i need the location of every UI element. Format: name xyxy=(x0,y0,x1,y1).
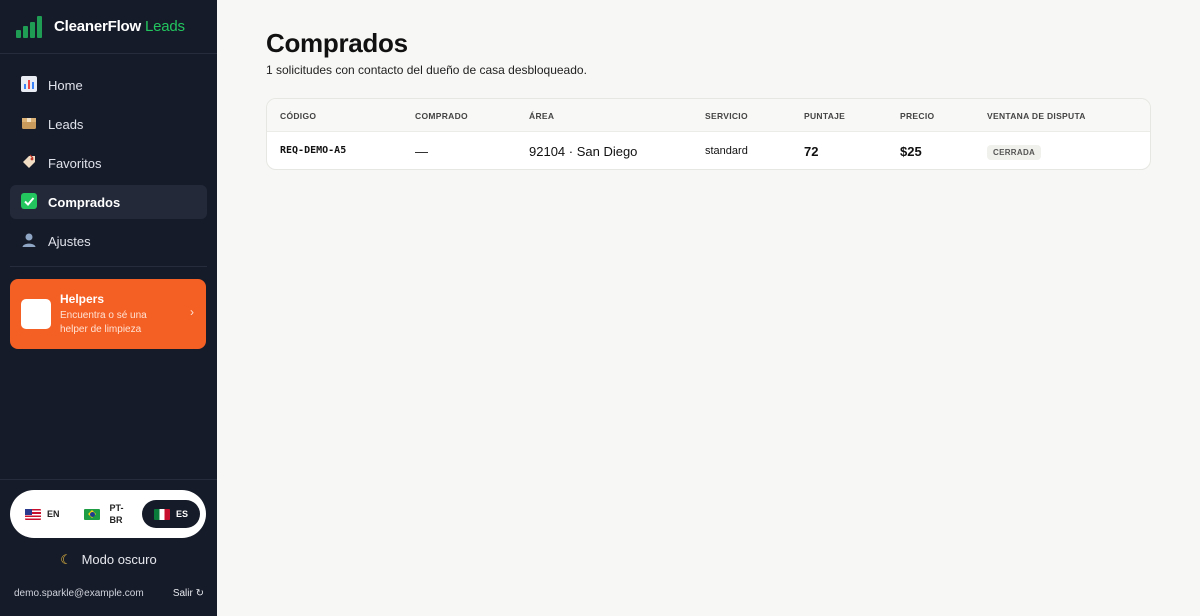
chart-icon xyxy=(20,76,38,94)
check-icon xyxy=(20,193,38,211)
language-code: ES xyxy=(175,509,188,519)
account-footer: demo.sparkle@example.com Salir ↻ xyxy=(14,588,204,599)
column-header-area[interactable]: ÁREA xyxy=(529,111,554,121)
sidebar-item-ajustes[interactable]: Ajustes xyxy=(10,224,207,258)
sidebar-item-label: Favoritos xyxy=(48,155,102,171)
column-header-codigo[interactable]: CÓDIGO xyxy=(280,111,316,121)
sidebar-item-label: Leads xyxy=(48,116,84,132)
sidebar-divider xyxy=(10,266,207,267)
helpers-title: Helpers xyxy=(60,291,105,306)
sidebar-item-comprados[interactable]: Comprados xyxy=(10,185,207,219)
brand-name: CleanerFlow Leads xyxy=(54,18,185,35)
column-header-ventana-disputa[interactable]: VENTANA DE DISPUTA xyxy=(987,111,1086,121)
helpers-subtitle: Encuentra o sé una helper de limpieza xyxy=(60,309,147,335)
cell-area: 92104 · San Diego xyxy=(529,144,638,159)
br-flag-icon xyxy=(83,508,100,520)
sidebar-item-home[interactable]: Home xyxy=(10,68,207,102)
main-content: Comprados 1 solicitudes con contacto del… xyxy=(217,0,1200,616)
column-header-servicio[interactable]: SERVICIO xyxy=(705,111,748,121)
sidebar-nav: Home Leads Favoritos Comprados Ajustes xyxy=(0,54,217,258)
logout-button[interactable]: Salir ↻ xyxy=(173,588,204,599)
account-email: demo.sparkle@example.com xyxy=(14,588,144,599)
language-option-pt-br[interactable]: PT-BR xyxy=(83,500,130,528)
sidebar-item-favoritos[interactable]: Favoritos xyxy=(10,146,207,180)
sidebar-footer-divider xyxy=(0,479,217,480)
sidebar-item-label: Home xyxy=(48,77,83,93)
language-switcher: EN PT-BR ES xyxy=(10,490,206,538)
purchases-table: CÓDIGO COMPRADO ÁREA SERVICIO PUNTAJE PR… xyxy=(266,98,1151,170)
page-subtitle: 1 solicitudes con contacto del dueño de … xyxy=(266,63,587,77)
sidebar-item-leads[interactable]: Leads xyxy=(10,107,207,141)
brand-accent-text: Leads xyxy=(144,18,185,35)
table-row[interactable]: REQ-DEMO-A5 — 92104 · San Diego standard… xyxy=(267,132,1150,169)
column-header-precio[interactable]: PRECIO xyxy=(900,111,934,121)
column-header-puntaje[interactable]: PUNTAJE xyxy=(804,111,845,121)
status-badge: CERRADA xyxy=(987,145,1042,160)
language-code: EN xyxy=(47,509,60,519)
us-flag-icon xyxy=(25,508,41,520)
chevron-right-icon: › xyxy=(190,305,194,319)
brand-name-text: CleanerFlow xyxy=(54,18,141,35)
bar-chart-logo-icon xyxy=(16,15,43,38)
sidebar-item-label: Comprados xyxy=(48,194,121,210)
page-title: Comprados xyxy=(266,28,408,58)
sidebar: CleanerFlow Leads Home Leads Favoritos C… xyxy=(0,0,217,616)
dark-mode-label: Modo oscuro xyxy=(81,552,157,567)
column-header-comprado[interactable]: COMPRADO xyxy=(415,111,468,121)
helpers-card[interactable]: Helpers Encuentra o sé una helper de lim… xyxy=(10,279,206,349)
helpers-icon xyxy=(21,299,51,329)
language-code: PT-BR xyxy=(109,503,124,525)
tag-icon xyxy=(20,154,38,172)
language-option-es[interactable]: ES xyxy=(141,500,200,528)
brand-header[interactable]: CleanerFlow Leads xyxy=(0,0,217,54)
table-header: CÓDIGO COMPRADO ÁREA SERVICIO PUNTAJE PR… xyxy=(267,99,1150,132)
cell-purchased: — xyxy=(415,144,428,159)
cell-price: $25 xyxy=(900,144,922,159)
language-option-en[interactable]: EN xyxy=(25,500,60,528)
cell-score: 72 xyxy=(804,144,819,159)
mx-flag-icon xyxy=(153,508,170,520)
sidebar-item-label: Ajustes xyxy=(48,233,91,249)
moon-icon: ☾ xyxy=(60,552,72,567)
cell-service: standard xyxy=(705,145,748,157)
box-icon xyxy=(20,115,38,133)
cell-code: REQ-DEMO-A5 xyxy=(280,145,347,156)
dark-mode-toggle[interactable]: ☾ Modo oscuro xyxy=(0,552,217,568)
user-icon xyxy=(20,232,38,250)
